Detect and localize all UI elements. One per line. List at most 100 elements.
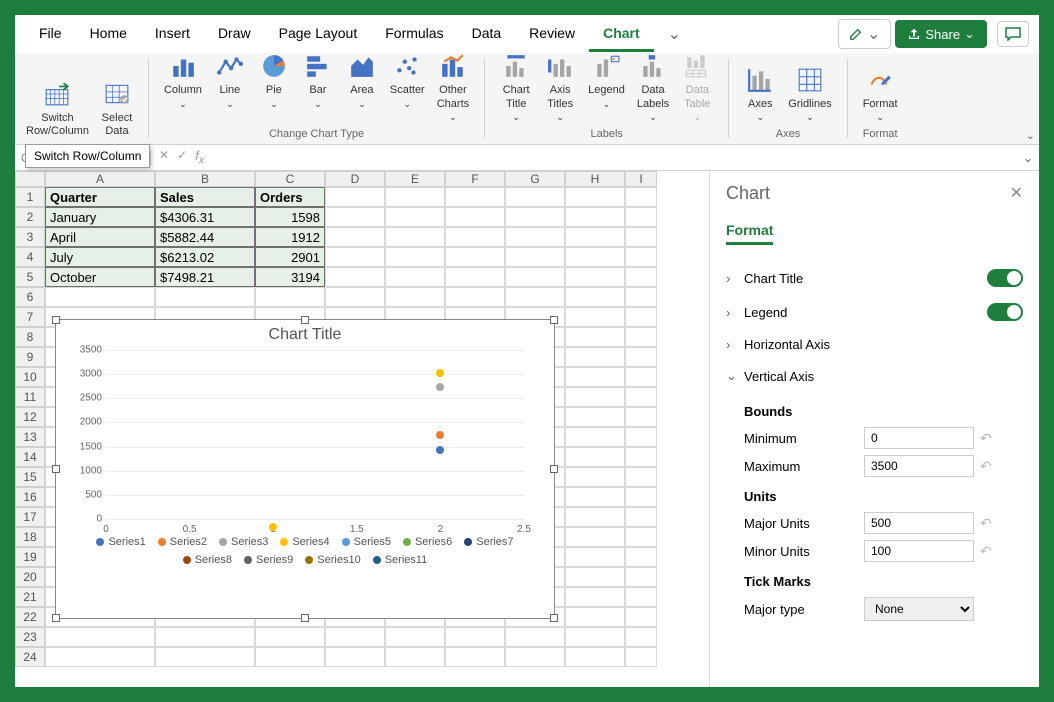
legend-item[interactable]: Series7 <box>464 536 513 548</box>
cell-C24[interactable] <box>255 647 325 667</box>
resize-handle[interactable] <box>52 316 60 324</box>
cell-G4[interactable] <box>505 247 565 267</box>
chart-legend[interactable]: Series1Series2Series3Series4Series5Serie… <box>56 524 554 578</box>
data-point[interactable] <box>436 369 444 377</box>
cell-B3[interactable]: $5882.44 <box>155 227 255 247</box>
cell-G23[interactable] <box>505 627 565 647</box>
minor-units-input[interactable] <box>864 540 974 562</box>
cell-I22[interactable] <box>625 607 657 627</box>
cell-G24[interactable] <box>505 647 565 667</box>
cell-A1[interactable]: Quarter <box>45 187 155 207</box>
cell-H14[interactable] <box>565 447 625 467</box>
ribbon-area-button[interactable]: Area⌄ <box>341 48 383 126</box>
share-button[interactable]: Share ⌄ <box>895 20 987 48</box>
formula-accept-icon[interactable]: ✓ <box>177 148 187 167</box>
cell-G1[interactable] <box>505 187 565 207</box>
row-header-17[interactable]: 17 <box>15 507 45 527</box>
cell-G6[interactable] <box>505 287 565 307</box>
cell-E6[interactable] <box>385 287 445 307</box>
resize-handle[interactable] <box>52 465 60 473</box>
maximum-input[interactable] <box>864 455 974 477</box>
cell-H20[interactable] <box>565 567 625 587</box>
row-header-10[interactable]: 10 <box>15 367 45 387</box>
row-header-6[interactable]: 6 <box>15 287 45 307</box>
reset-icon[interactable]: ↶ <box>980 543 992 560</box>
cell-G2[interactable] <box>505 207 565 227</box>
menu-formulas[interactable]: Formulas <box>371 17 457 52</box>
row-header-13[interactable]: 13 <box>15 427 45 447</box>
cell-A23[interactable] <box>45 627 155 647</box>
cell-I21[interactable] <box>625 587 657 607</box>
row-header-20[interactable]: 20 <box>15 567 45 587</box>
col-header-G[interactable]: G <box>505 171 565 187</box>
row-header-1[interactable]: 1 <box>15 187 45 207</box>
ribbon-column-button[interactable]: Column⌄ <box>159 48 207 126</box>
cell-C4[interactable]: 2901 <box>255 247 325 267</box>
cell-G3[interactable] <box>505 227 565 247</box>
cell-D23[interactable] <box>325 627 385 647</box>
resize-handle[interactable] <box>550 316 558 324</box>
menu-review[interactable]: Review <box>515 17 589 52</box>
cell-D1[interactable] <box>325 187 385 207</box>
cell-D3[interactable] <box>325 227 385 247</box>
col-header-D[interactable]: D <box>325 171 385 187</box>
close-panel-icon[interactable]: ✕ <box>1010 183 1023 203</box>
legend-item[interactable]: Series1 <box>96 536 145 548</box>
cell-I9[interactable] <box>625 347 657 367</box>
reset-icon[interactable]: ↶ <box>980 458 992 475</box>
cell-I7[interactable] <box>625 307 657 327</box>
cell-D6[interactable] <box>325 287 385 307</box>
ribbon-leg-button[interactable]: Legend⌄ <box>583 48 630 126</box>
cell-D4[interactable] <box>325 247 385 267</box>
menu-data[interactable]: Data <box>458 17 516 52</box>
cell-B5[interactable]: $7498.21 <box>155 267 255 287</box>
cell-B1[interactable]: Sales <box>155 187 255 207</box>
cell-A6[interactable] <box>45 287 155 307</box>
row-header-23[interactable]: 23 <box>15 627 45 647</box>
editing-mode-button[interactable]: ⌄ <box>838 19 891 49</box>
cell-H6[interactable] <box>565 287 625 307</box>
ribbon-scatter-button[interactable]: Scatter⌄ <box>385 48 430 126</box>
cell-F23[interactable] <box>445 627 505 647</box>
menu-page-layout[interactable]: Page Layout <box>265 17 372 52</box>
row-header-12[interactable]: 12 <box>15 407 45 427</box>
row-header-8[interactable]: 8 <box>15 327 45 347</box>
fx-icon[interactable]: fx <box>195 148 204 167</box>
cell-H23[interactable] <box>565 627 625 647</box>
cell-G5[interactable] <box>505 267 565 287</box>
cell-H16[interactable] <box>565 487 625 507</box>
cell-E3[interactable] <box>385 227 445 247</box>
formula-cancel-icon[interactable]: ✕ <box>159 148 169 167</box>
reset-icon[interactable]: ↶ <box>980 515 992 532</box>
cell-C6[interactable] <box>255 287 325 307</box>
cell-I2[interactable] <box>625 207 657 227</box>
panel-row-vertical-axis[interactable]: ⌄Vertical Axis <box>726 360 1023 392</box>
legend-item[interactable]: Series8 <box>183 554 232 566</box>
data-point[interactable] <box>269 523 277 531</box>
cell-F5[interactable] <box>445 267 505 287</box>
format-tab[interactable]: Format <box>726 222 773 245</box>
formula-expand-icon[interactable]: ⌄ <box>1017 151 1039 165</box>
menu-draw[interactable]: Draw <box>204 17 265 52</box>
resize-handle[interactable] <box>301 614 309 622</box>
row-header-4[interactable]: 4 <box>15 247 45 267</box>
cell-H11[interactable] <box>565 387 625 407</box>
cell-A3[interactable]: April <box>45 227 155 247</box>
cell-C3[interactable]: 1912 <box>255 227 325 247</box>
row-header-14[interactable]: 14 <box>15 447 45 467</box>
cell-D5[interactable] <box>325 267 385 287</box>
cell-H3[interactable] <box>565 227 625 247</box>
cell-F4[interactable] <box>445 247 505 267</box>
major-units-input[interactable] <box>864 512 974 534</box>
cell-A5[interactable]: October <box>45 267 155 287</box>
cell-F6[interactable] <box>445 287 505 307</box>
ribbon-pie-button[interactable]: Pie⌄ <box>253 48 295 126</box>
cell-F1[interactable] <box>445 187 505 207</box>
select-all-corner[interactable] <box>15 171 45 187</box>
cell-I15[interactable] <box>625 467 657 487</box>
legend-item[interactable]: Series6 <box>403 536 452 548</box>
cell-H1[interactable] <box>565 187 625 207</box>
cell-H15[interactable] <box>565 467 625 487</box>
legend-item[interactable]: Series3 <box>219 536 268 548</box>
cell-H8[interactable] <box>565 327 625 347</box>
